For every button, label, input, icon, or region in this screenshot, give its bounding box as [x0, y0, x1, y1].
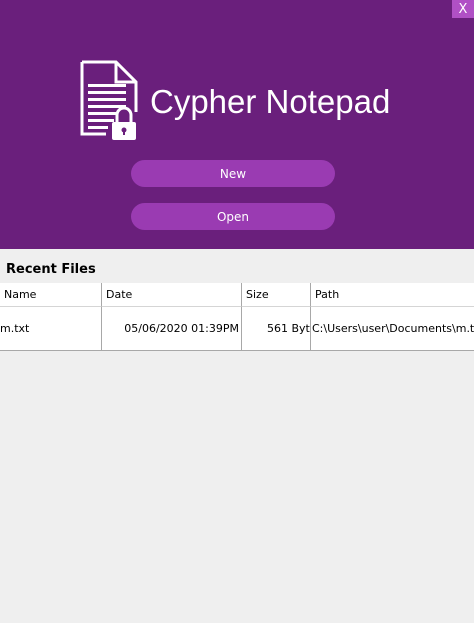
table-row-date[interactable]: 05/06/2020 01:39PM — [102, 307, 242, 350]
locked-document-icon — [80, 60, 138, 140]
recent-files-title: Recent Files — [6, 262, 96, 277]
app-header: X Cypher Notepad New Open — [0, 0, 474, 249]
column-header-path[interactable]: Path — [311, 283, 474, 307]
recent-files-table: Name Date Size Path m.txt 05/06/2020 01:… — [0, 283, 474, 351]
open-button[interactable]: Open — [131, 203, 335, 230]
table-row-name[interactable]: m.txt — [0, 307, 102, 350]
table-row-size[interactable]: 561 Byte — [242, 307, 311, 350]
new-button[interactable]: New — [131, 160, 335, 187]
column-header-name[interactable]: Name — [0, 283, 102, 307]
close-button[interactable]: X — [452, 0, 474, 18]
column-header-size[interactable]: Size — [242, 283, 311, 307]
app-title: Cypher Notepad — [150, 83, 391, 120]
column-header-date[interactable]: Date — [102, 283, 242, 307]
table-row-path[interactable]: C:\Users\user\Documents\m.txt — [311, 307, 474, 350]
